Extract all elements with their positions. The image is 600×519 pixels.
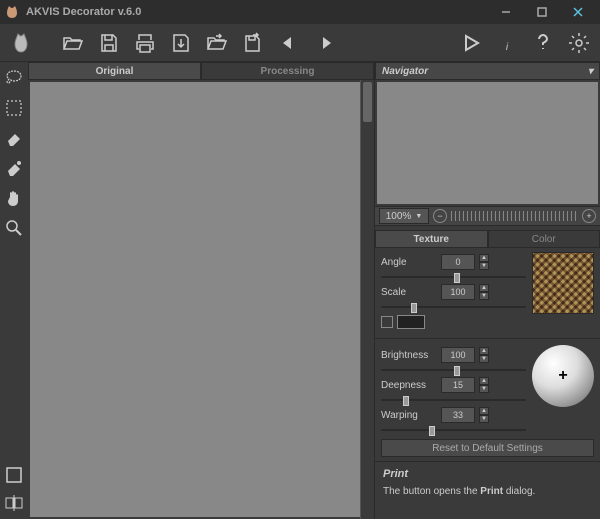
- tile-row: [381, 312, 526, 332]
- minimize-button[interactable]: [488, 0, 524, 24]
- tab-processing[interactable]: Processing: [201, 62, 374, 80]
- canvas-area[interactable]: [30, 82, 360, 517]
- run-button[interactable]: [456, 28, 486, 58]
- navigator-header[interactable]: Navigator ▾: [375, 62, 600, 80]
- zoom-out-button[interactable]: −: [433, 209, 447, 223]
- warping-input[interactable]: 33: [441, 407, 475, 423]
- close-button[interactable]: [560, 0, 596, 24]
- property-tabs: Texture Color: [375, 230, 600, 248]
- scale-spinner[interactable]: ▲▼: [479, 284, 489, 300]
- scale-slider[interactable]: [381, 306, 526, 308]
- deepness-slider[interactable]: [381, 399, 526, 401]
- svg-text:i: i: [506, 42, 509, 53]
- angle-input[interactable]: 0: [441, 254, 475, 270]
- export-button[interactable]: [166, 28, 196, 58]
- deepness-label: Deepness: [381, 380, 437, 391]
- eraser-tool[interactable]: [2, 126, 26, 150]
- hint-title: Print: [383, 468, 592, 480]
- angle-label: Angle: [381, 257, 437, 268]
- tab-original[interactable]: Original: [28, 62, 201, 80]
- vertical-scrollbar[interactable]: [360, 80, 374, 519]
- marquee-tool[interactable]: [2, 96, 26, 120]
- undo-button[interactable]: [274, 28, 304, 58]
- batch-save-button[interactable]: [238, 28, 268, 58]
- hint-panel: Print The button opens the Print dialog.: [375, 461, 600, 519]
- right-panel: Navigator ▾ 100%▼ − + Texture Color Angl…: [374, 62, 600, 519]
- zoom-combo[interactable]: 100%▼: [379, 208, 429, 224]
- navigator-title: Navigator: [382, 66, 428, 77]
- tile-checkbox[interactable]: [381, 316, 393, 328]
- hint-body: The button opens the Print dialog.: [383, 486, 592, 497]
- warping-row: Warping 33 ▲▼: [381, 405, 526, 425]
- help-button[interactable]: [528, 28, 558, 58]
- shading-params: Brightness 100 ▲▼ Deepness 15 ▲▼ Warping…: [375, 341, 600, 435]
- zoom-slider[interactable]: [451, 211, 578, 221]
- image-tabs: Original Processing: [28, 62, 374, 80]
- title-bar: AKVIS Decorator v.6.0: [0, 0, 600, 24]
- window-title: AKVIS Decorator v.6.0: [26, 6, 141, 18]
- hand-tool[interactable]: [2, 186, 26, 210]
- navigator-preview[interactable]: [377, 82, 598, 204]
- texture-preview[interactable]: [532, 252, 594, 314]
- vase-preset-button[interactable]: [6, 28, 36, 58]
- warping-spinner[interactable]: ▲▼: [479, 407, 489, 423]
- app-logo-icon: [4, 4, 20, 20]
- brightness-input[interactable]: 100: [441, 347, 475, 363]
- tool-sidebar: [0, 62, 28, 519]
- lasso-tool[interactable]: [2, 66, 26, 90]
- settings-button[interactable]: [564, 28, 594, 58]
- scale-input[interactable]: 100: [441, 284, 475, 300]
- main-toolbar: i: [0, 24, 600, 62]
- maximize-button[interactable]: [524, 0, 560, 24]
- zoom-tool[interactable]: [2, 216, 26, 240]
- color-swatch-button[interactable]: [2, 463, 26, 487]
- info-button[interactable]: i: [492, 28, 522, 58]
- smart-eraser-tool[interactable]: [2, 156, 26, 180]
- warping-slider[interactable]: [381, 429, 526, 431]
- center-panel: Original Processing: [28, 62, 374, 519]
- reset-button[interactable]: Reset to Default Settings: [381, 439, 594, 457]
- texture-params: Angle 0 ▲▼ Scale 100 ▲▼: [375, 248, 600, 336]
- deepness-input[interactable]: 15: [441, 377, 475, 393]
- deepness-row: Deepness 15 ▲▼: [381, 375, 526, 395]
- main-area: Original Processing Navigator ▾ 100%▼ − …: [0, 62, 600, 519]
- brightness-slider[interactable]: [381, 369, 526, 371]
- open-button[interactable]: [58, 28, 88, 58]
- brightness-spinner[interactable]: ▲▼: [479, 347, 489, 363]
- zoom-in-button[interactable]: +: [582, 209, 596, 223]
- scale-label: Scale: [381, 287, 437, 298]
- save-button[interactable]: [94, 28, 124, 58]
- batch-open-button[interactable]: [202, 28, 232, 58]
- tab-texture[interactable]: Texture: [375, 230, 488, 248]
- deepness-spinner[interactable]: ▲▼: [479, 377, 489, 393]
- brightness-label: Brightness: [381, 350, 437, 361]
- angle-row: Angle 0 ▲▼: [381, 252, 526, 272]
- print-button[interactable]: [130, 28, 160, 58]
- scale-row: Scale 100 ▲▼: [381, 282, 526, 302]
- redo-button[interactable]: [310, 28, 340, 58]
- chevron-down-icon: ▾: [588, 66, 593, 77]
- tab-color[interactable]: Color: [488, 230, 600, 248]
- compare-button[interactable]: [2, 491, 26, 515]
- brightness-row: Brightness 100 ▲▼: [381, 345, 526, 365]
- angle-slider[interactable]: [381, 276, 526, 278]
- zoom-controls: 100%▼ − +: [375, 206, 600, 226]
- preview-sphere[interactable]: +: [532, 345, 594, 407]
- tile-color-box[interactable]: [397, 315, 425, 329]
- angle-spinner[interactable]: ▲▼: [479, 254, 489, 270]
- warping-label: Warping: [381, 410, 437, 421]
